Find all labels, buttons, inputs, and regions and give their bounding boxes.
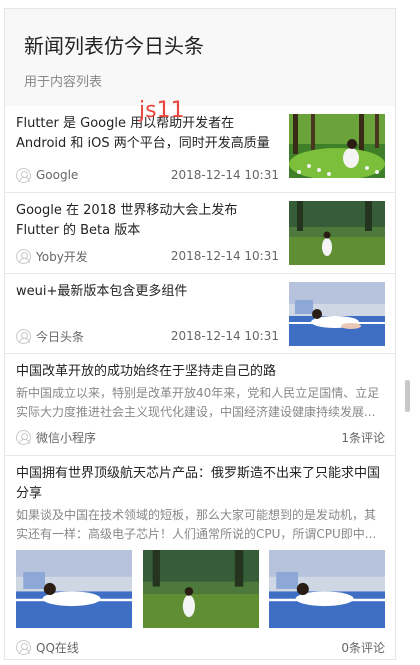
girl-in-field-image: [289, 201, 385, 265]
article-item[interactable]: 中国改革开放的成功始终在于坚持走自己的路 新中国成立以来，特别是改革开放40年来…: [5, 354, 395, 456]
news-source: Google: [36, 168, 79, 182]
scrollbar-handle[interactable]: [405, 380, 410, 412]
girl-on-court-image: [16, 550, 132, 628]
comment-count[interactable]: 0条评论: [341, 639, 385, 656]
article-item[interactable]: 中国拥有世界顶级航天芯片产品：俄罗斯造不出来了只能求中国分享 如果谈及中国在技术…: [5, 456, 395, 659]
article-image[interactable]: [16, 550, 132, 628]
girl-in-grass-image: [289, 114, 385, 178]
news-item[interactable]: Flutter 是 Google 用以帮助开发者在 Android 和 iOS …: [5, 106, 395, 193]
news-thumbnail[interactable]: [289, 114, 385, 178]
news-title: weui+最新版本包含更多组件: [16, 284, 188, 299]
comment-count[interactable]: 1条评论: [341, 429, 385, 446]
news-thumbnail[interactable]: [289, 282, 385, 346]
article-image[interactable]: [142, 550, 259, 628]
news-meta: Yoby开发 2018-12-14 10:31: [16, 247, 279, 265]
overlay-label: js11: [139, 98, 185, 123]
page-title: 新闻列表仿今日头条: [24, 34, 204, 58]
page-description: 用于内容列表: [24, 75, 103, 90]
article-meta: QQ在线 0条评论: [16, 638, 385, 656]
news-thumbnail[interactable]: [289, 201, 385, 265]
news-source: Yoby开发: [36, 249, 88, 264]
news-time: 2018-12-14 10:31: [170, 249, 279, 263]
article-title: 中国拥有世界顶级航天芯片产品：俄罗斯造不出来了只能求中国分享: [16, 466, 381, 501]
news-item[interactable]: Google 在 2018 世界移动大会上发布 Flutter 的 Beta 版…: [5, 193, 395, 274]
news-text: weui+最新版本包含更多组件 今日头条 2018-12-14 10:31: [16, 282, 289, 345]
news-title: Google 在 2018 世界移动大会上发布 Flutter 的 Beta 版…: [16, 203, 238, 238]
user-avatar-icon: [16, 248, 31, 264]
user-avatar-icon: [16, 639, 31, 655]
article-title: 中国改革开放的成功始终在于坚持走自己的路: [16, 364, 277, 379]
news-meta: Google 2018-12-14 10:31: [16, 166, 279, 184]
news-item[interactable]: weui+最新版本包含更多组件 今日头条 2018-12-14 10:31: [5, 274, 395, 354]
girl-in-field-image: [142, 550, 259, 628]
news-source: 今日头条: [36, 329, 85, 344]
girl-on-court-image: [269, 550, 385, 628]
page-header: 新闻列表仿今日头条 用于内容列表: [5, 9, 395, 106]
news-time: 2018-12-14 10:31: [170, 168, 279, 182]
article-source: QQ在线: [36, 640, 79, 655]
news-meta: 今日头条 2018-12-14 10:31: [16, 327, 279, 345]
article-description: 如果谈及中国在技术领域的短板，那么大家可能想到的是发动机，其实还有一样：高级电子…: [16, 508, 377, 541]
news-text: Flutter 是 Google 用以帮助开发者在 Android 和 iOS …: [16, 114, 289, 184]
news-time: 2018-12-14 10:31: [170, 329, 279, 343]
article-image[interactable]: [269, 550, 385, 628]
news-list: Flutter 是 Google 用以帮助开发者在 Android 和 iOS …: [5, 106, 395, 659]
news-text: Google 在 2018 世界移动大会上发布 Flutter 的 Beta 版…: [16, 201, 289, 265]
page-frame: 新闻列表仿今日头条 用于内容列表 Flutter 是 Google 用以帮助开发…: [4, 8, 396, 660]
article-source: 微信小程序: [36, 430, 97, 445]
girl-on-court-image: [289, 282, 385, 346]
user-avatar-icon: [16, 167, 31, 183]
article-description: 新中国成立以来，特别是改革开放40年来，党和人民立足国情、立足实际大力度推进社会…: [16, 386, 380, 419]
article-meta: 微信小程序 1条评论: [16, 428, 385, 446]
article-image-row: [16, 550, 385, 628]
user-avatar-icon: [16, 429, 31, 445]
user-avatar-icon: [16, 328, 31, 344]
